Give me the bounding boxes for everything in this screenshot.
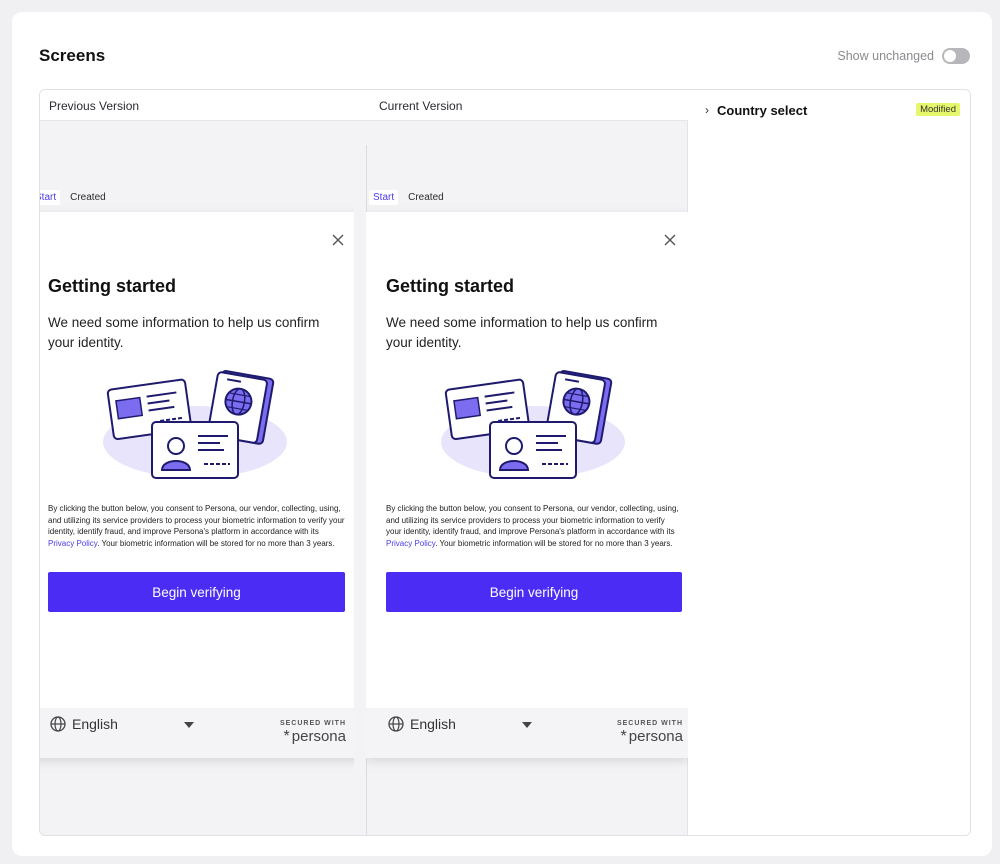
version-compare: Previous Version Current Version Start C… bbox=[40, 90, 688, 835]
toggle-knob bbox=[944, 50, 956, 62]
consent-text-after: . Your biometric information will be sto… bbox=[435, 538, 673, 548]
persona-logo-icon: * bbox=[620, 727, 627, 745]
chevron-right-icon[interactable]: › bbox=[705, 103, 709, 117]
persona-logo-icon: * bbox=[283, 727, 290, 745]
globe-icon bbox=[50, 716, 66, 732]
show-unchanged-control: Show unchanged bbox=[837, 48, 970, 64]
status-badge: Modified bbox=[916, 103, 960, 116]
secured-with-label: SECURED WITH bbox=[616, 720, 683, 727]
consent-text: By clicking the button below, you consen… bbox=[386, 503, 682, 549]
show-unchanged-toggle[interactable] bbox=[942, 48, 970, 64]
close-icon[interactable] bbox=[330, 232, 346, 248]
secured-with-persona: SECURED WITH * persona bbox=[617, 720, 683, 745]
language-selector[interactable]: English bbox=[50, 716, 118, 732]
screen-title: Getting started bbox=[386, 276, 515, 296]
change-item-country-select[interactable]: › Country select Modified bbox=[705, 100, 960, 120]
tag-created: Created bbox=[408, 192, 444, 203]
comparison-panel: Previous Version Current Version Start C… bbox=[39, 89, 971, 836]
id-documents-illustration bbox=[103, 370, 287, 479]
consent-text-before: By clicking the button below, you consen… bbox=[386, 504, 679, 537]
screen-subtitle: We need some information to help us conf… bbox=[48, 315, 320, 350]
change-item-label: Country select bbox=[717, 102, 808, 118]
language-label: English bbox=[410, 716, 456, 732]
screen-preview: Getting started We need some information… bbox=[40, 212, 354, 758]
begin-verifying-button[interactable]: Begin verifying bbox=[386, 572, 682, 612]
begin-verifying-button[interactable]: Begin verifying bbox=[48, 572, 345, 612]
current-version-column: Start Created Getting started We need so… bbox=[366, 109, 688, 835]
screen-footer: English SECURED WITH * persona bbox=[366, 708, 688, 758]
screen-tags: Start Created bbox=[369, 190, 448, 205]
screen-preview: Getting started We need some information… bbox=[366, 212, 688, 758]
page-title: Screens bbox=[39, 46, 106, 65]
screen-tags: Start Created bbox=[40, 190, 110, 205]
screen-title: Getting started bbox=[48, 276, 177, 296]
changes-panel: › Country select Modified bbox=[689, 90, 970, 835]
consent-text-after: . Your biometric information will be sto… bbox=[97, 538, 335, 548]
privacy-policy-link[interactable]: Privacy Policy bbox=[386, 539, 435, 548]
secured-with-persona: SECURED WITH * persona bbox=[280, 720, 346, 745]
tag-start[interactable]: Start bbox=[40, 190, 61, 205]
secured-with-label: SECURED WITH bbox=[279, 720, 346, 727]
privacy-policy-link[interactable]: Privacy Policy bbox=[48, 539, 97, 548]
tag-created: Created bbox=[70, 192, 106, 203]
screen-footer: English SECURED WITH * persona bbox=[40, 708, 354, 758]
tag-start[interactable]: Start bbox=[369, 190, 399, 205]
consent-text-before: By clicking the button below, you consen… bbox=[48, 504, 345, 537]
show-unchanged-label: Show unchanged bbox=[837, 49, 934, 63]
close-icon[interactable] bbox=[662, 232, 678, 248]
previous-version-column: Start Created Getting started We need so… bbox=[40, 109, 354, 835]
persona-brand: persona bbox=[628, 728, 683, 745]
caret-down-icon[interactable] bbox=[184, 722, 194, 728]
screen-subtitle: We need some information to help us conf… bbox=[386, 315, 658, 350]
language-selector[interactable]: English bbox=[388, 716, 456, 732]
globe-icon bbox=[388, 716, 404, 732]
caret-down-icon[interactable] bbox=[522, 722, 532, 728]
id-documents-illustration bbox=[441, 370, 625, 479]
persona-brand: persona bbox=[291, 728, 346, 745]
consent-text: By clicking the button below, you consen… bbox=[48, 503, 346, 549]
language-label: English bbox=[72, 716, 118, 732]
